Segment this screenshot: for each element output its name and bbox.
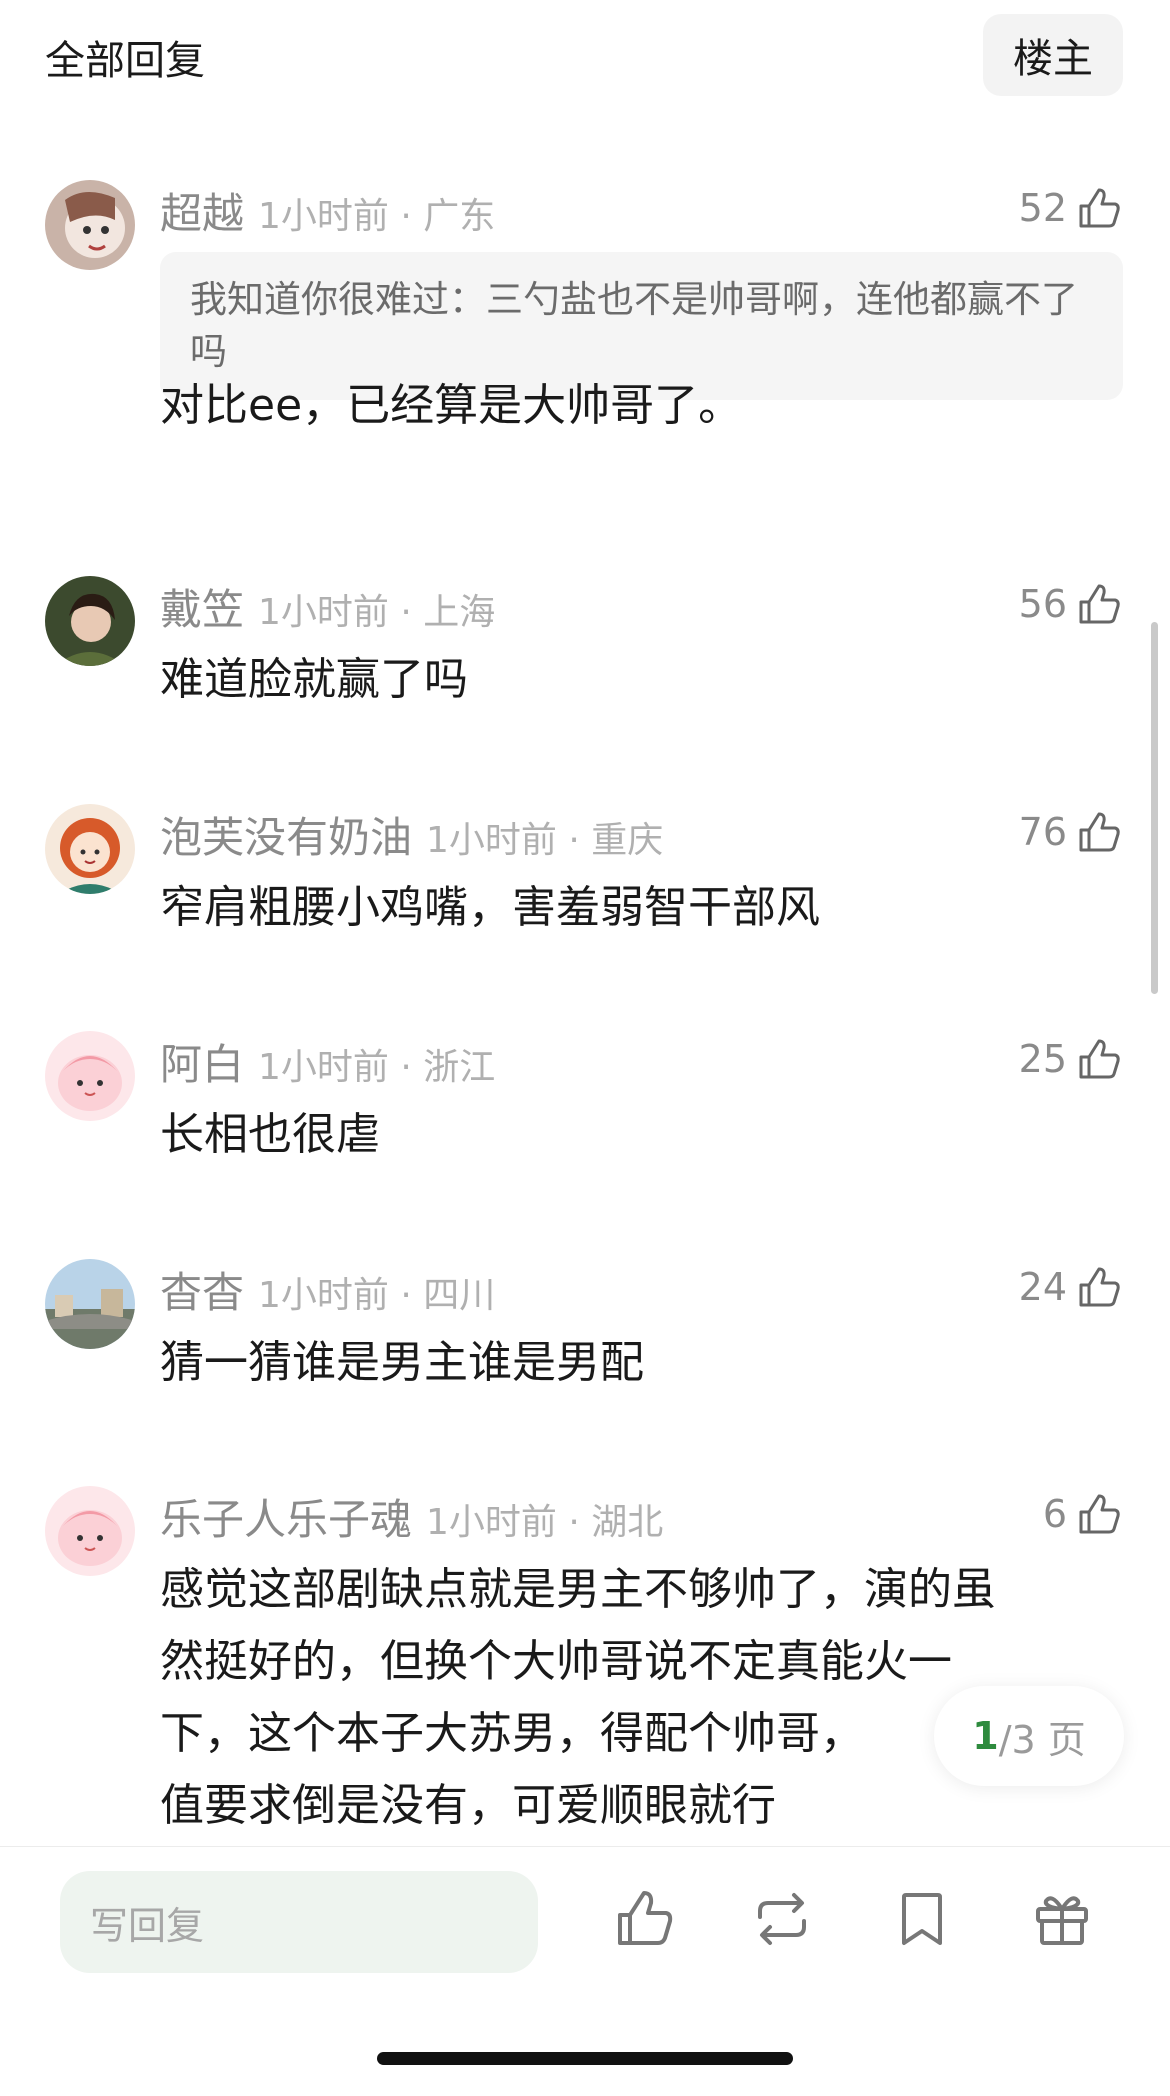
comment-meta: 戴笠 1小时前 · 上海 bbox=[160, 576, 496, 634]
thumbs-up-icon[interactable] bbox=[1075, 1263, 1123, 1311]
comment-text: 猜一猜谁是男主谁是男配 bbox=[160, 1337, 644, 1388]
like-count: 25 bbox=[1018, 1037, 1067, 1081]
comment-meta: 泡芙没有奶油 1小时前 · 重庆 bbox=[160, 804, 664, 862]
time-location: 1小时前 · 浙江 bbox=[258, 1047, 496, 1088]
thumbs-up-icon[interactable] bbox=[1075, 580, 1123, 628]
time-location: 1小时前 · 湖北 bbox=[426, 1502, 664, 1543]
comment-text-line: 值要求倒是没有，可爱顺眼就行 bbox=[160, 1780, 776, 1831]
comment-text-line: 然挺好的，但换个大帅哥说不定真能火一 bbox=[160, 1636, 952, 1687]
comment-meta: 超越 1小时前 · 广东 bbox=[160, 180, 496, 238]
like-count: 6 bbox=[1042, 1492, 1067, 1536]
username[interactable]: 阿白 bbox=[160, 1031, 244, 1092]
avatar[interactable] bbox=[45, 180, 135, 270]
like-button[interactable]: 56 bbox=[1019, 576, 1123, 632]
thumbs-up-icon[interactable] bbox=[1075, 1490, 1123, 1538]
comment-text-line: 感觉这部剧缺点就是男主不够帅了，演的虽 bbox=[160, 1564, 996, 1615]
avatar[interactable] bbox=[45, 1486, 135, 1576]
like-button[interactable]: 52 bbox=[1019, 180, 1123, 236]
like-count: 52 bbox=[1018, 186, 1067, 230]
bookmark-icon[interactable] bbox=[890, 1887, 954, 1951]
owner-only-button[interactable]: 楼主 bbox=[983, 14, 1123, 96]
username[interactable]: 乐子人乐子魂 bbox=[160, 1486, 412, 1547]
avatar[interactable] bbox=[45, 1259, 135, 1349]
avatar[interactable] bbox=[45, 1031, 135, 1121]
like-count: 56 bbox=[1018, 582, 1067, 626]
thumbs-up-icon[interactable] bbox=[1075, 1035, 1123, 1083]
comment-item: 戴笠 1小时前 · 上海 56 难道脸就赢了吗 bbox=[0, 576, 1170, 716]
time-location: 1小时前 · 广东 bbox=[258, 196, 496, 237]
thumbs-up-icon[interactable] bbox=[1075, 808, 1123, 856]
page-indicator-button[interactable]: 1/3 页 bbox=[934, 1686, 1124, 1786]
thumbs-up-icon[interactable] bbox=[1075, 184, 1123, 232]
gift-icon[interactable] bbox=[1030, 1887, 1094, 1951]
home-indicator[interactable] bbox=[377, 2052, 793, 2065]
username[interactable]: 超越 bbox=[160, 180, 244, 241]
like-button[interactable]: 76 bbox=[1019, 804, 1123, 860]
comment-text: 对比ee，已经算是大帅哥了。 bbox=[160, 380, 743, 431]
comment-item: 泡芙没有奶油 1小时前 · 重庆 76 窄肩粗腰小鸡嘴，害羞弱智干部风 bbox=[0, 804, 1170, 944]
like-count: 24 bbox=[1018, 1265, 1067, 1309]
comment-text: 窄肩粗腰小鸡嘴，害羞弱智干部风 bbox=[160, 882, 820, 933]
header: 全部回复 楼主 bbox=[0, 0, 1170, 120]
comment-meta: 乐子人乐子魂 1小时前 · 湖北 bbox=[160, 1486, 664, 1544]
time-location: 1小时前 · 上海 bbox=[258, 592, 496, 633]
like-button[interactable]: 6 bbox=[1043, 1486, 1123, 1542]
repost-icon[interactable] bbox=[750, 1887, 814, 1951]
avatar[interactable] bbox=[45, 804, 135, 894]
scrollbar[interactable] bbox=[1151, 622, 1158, 994]
comment-meta: 杳杳 1小时前 · 四川 bbox=[160, 1259, 496, 1317]
username[interactable]: 泡芙没有奶油 bbox=[160, 804, 412, 865]
reply-input[interactable]: 写回复 bbox=[60, 1871, 538, 1973]
comment-item: 阿白 1小时前 · 浙江 25 长相也很虐 bbox=[0, 1031, 1170, 1171]
time-location: 1小时前 · 四川 bbox=[258, 1275, 496, 1316]
comment-item: 超越 1小时前 · 广东 52 我知道你很难过：三勺盐也不是帅哥啊，连他都赢不了… bbox=[0, 180, 1170, 500]
time-location: 1小时前 · 重庆 bbox=[426, 820, 664, 861]
total-pages: /3 页 bbox=[998, 1717, 1086, 1762]
comment-item: 杳杳 1小时前 · 四川 24 猜一猜谁是男主谁是男配 bbox=[0, 1259, 1170, 1399]
current-page: 1 bbox=[972, 1714, 999, 1758]
like-button[interactable]: 24 bbox=[1019, 1259, 1123, 1315]
comment-text: 难道脸就赢了吗 bbox=[160, 654, 468, 705]
like-icon[interactable] bbox=[612, 1887, 676, 1951]
comment-text: 长相也很虐 bbox=[160, 1109, 380, 1160]
like-button[interactable]: 25 bbox=[1019, 1031, 1123, 1087]
username[interactable]: 杳杳 bbox=[160, 1259, 244, 1320]
page-title: 全部回复 bbox=[45, 38, 205, 84]
comment-meta: 阿白 1小时前 · 浙江 bbox=[160, 1031, 496, 1089]
avatar[interactable] bbox=[45, 576, 135, 666]
username[interactable]: 戴笠 bbox=[160, 576, 244, 637]
comment-item: 乐子人乐子魂 1小时前 · 湖北 6 感觉这部剧缺点就是男主不够帅了，演的虽 然… bbox=[0, 1486, 1170, 1846]
like-count: 76 bbox=[1018, 810, 1067, 854]
